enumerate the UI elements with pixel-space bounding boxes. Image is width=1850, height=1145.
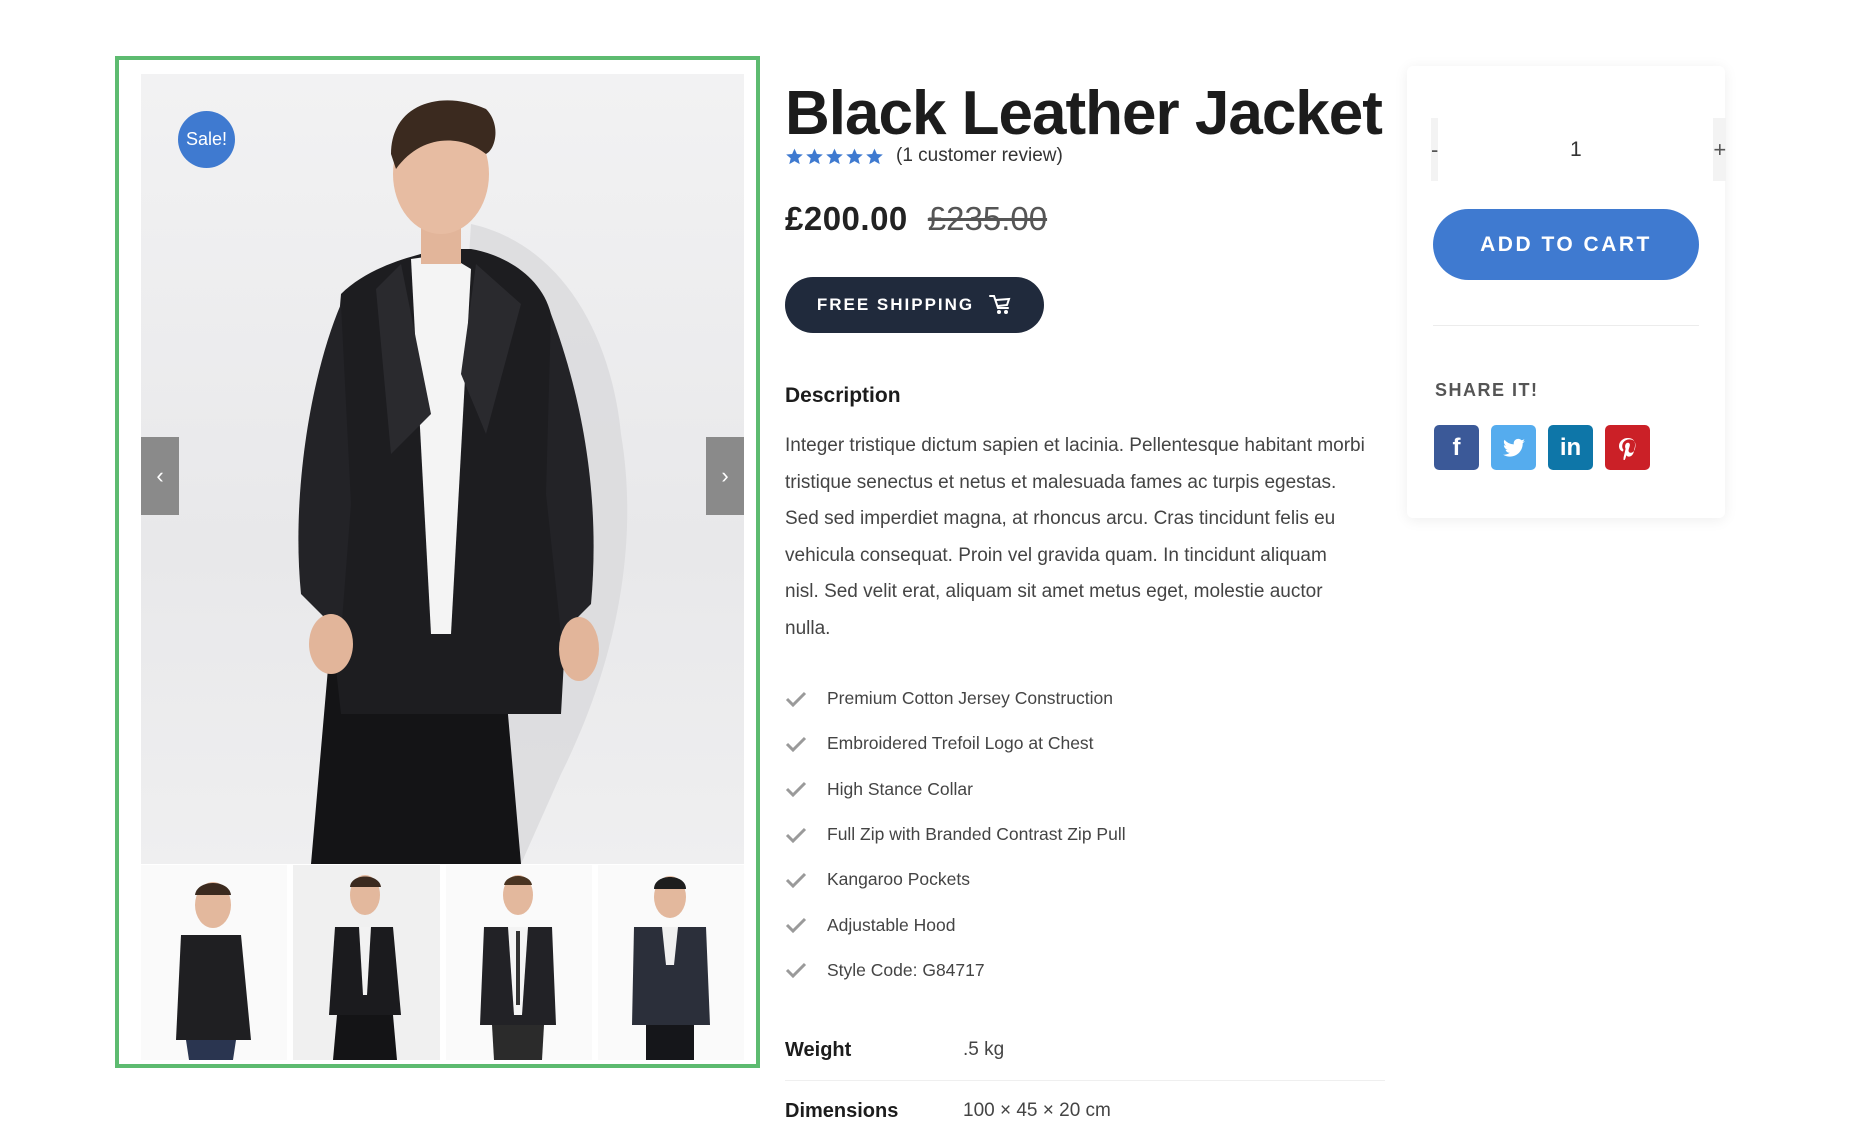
feature-text: High Stance Collar xyxy=(827,778,973,799)
feature-list: Premium Cotton Jersey Construction Embro… xyxy=(785,676,1126,993)
thumbnail-image xyxy=(631,876,710,1060)
quantity-stepper: - + xyxy=(1431,118,1727,181)
feature-text: Premium Cotton Jersey Construction xyxy=(827,688,1113,709)
description-heading: Description xyxy=(785,384,901,407)
sale-badge: Sale! xyxy=(178,111,235,168)
check-icon xyxy=(785,872,807,888)
star-icon xyxy=(866,148,883,164)
add-to-cart-panel: - + ADD TO CART SHARE IT! f in xyxy=(1407,66,1727,518)
quantity-input[interactable] xyxy=(1438,118,1714,181)
thumbnail-image xyxy=(329,875,402,1060)
original-price: £235.00 xyxy=(927,200,1048,237)
quantity-decrease-button[interactable]: - xyxy=(1431,118,1439,181)
customer-review-link[interactable]: (1 customer review) xyxy=(896,145,1063,167)
feature-item: Embroidered Trefoil Logo at Chest xyxy=(785,721,1126,766)
thumbnail-4[interactable] xyxy=(597,865,744,1060)
attribute-row-weight: Weight .5 kg xyxy=(785,1020,1385,1081)
price-block: £200.00 £235.00 xyxy=(785,200,1047,238)
pinterest-icon xyxy=(1618,437,1635,460)
feature-item: Kangaroo Pockets xyxy=(785,857,1126,902)
current-price: £200.00 xyxy=(785,200,908,237)
thumbnail-image xyxy=(479,875,556,1060)
feature-item: Adjustable Hood xyxy=(785,902,1126,947)
thumbnail-1[interactable] xyxy=(141,865,288,1060)
linkedin-share-button[interactable]: in xyxy=(1548,425,1593,470)
pinterest-share-button[interactable] xyxy=(1605,425,1650,470)
feature-item: High Stance Collar xyxy=(785,767,1126,812)
free-shipping-label: FREE SHIPPING xyxy=(816,295,975,314)
model-in-jacket-image xyxy=(298,100,628,864)
check-icon xyxy=(785,691,807,707)
check-icon xyxy=(785,963,807,979)
attribute-label: Dimensions xyxy=(785,1099,899,1122)
main-product-photo[interactable]: Sale! ‹ › xyxy=(141,74,744,864)
quantity-increase-button[interactable]: + xyxy=(1713,118,1727,181)
social-share-buttons: f in xyxy=(1434,425,1650,470)
check-icon xyxy=(785,918,807,934)
feature-text: Kangaroo Pockets xyxy=(827,869,971,890)
divider xyxy=(1433,325,1699,326)
feature-item: Premium Cotton Jersey Construction xyxy=(785,676,1126,721)
feature-item: Style Code: G84717 xyxy=(785,948,1126,993)
product-title: Black Leather Jacket xyxy=(785,79,1383,148)
attribute-row-dimensions: Dimensions 100 × 45 × 20 cm xyxy=(785,1081,1385,1141)
product-gallery: Sale! ‹ › xyxy=(115,56,760,1068)
thumbnail-3[interactable] xyxy=(445,865,592,1060)
product-attributes-table: Weight .5 kg Dimensions 100 × 45 × 20 cm xyxy=(785,1020,1385,1141)
thumbnail-image xyxy=(176,882,251,1060)
attribute-value: .5 kg xyxy=(963,1039,1005,1060)
feature-text: Style Code: G84717 xyxy=(827,959,985,980)
star-icon xyxy=(806,148,823,164)
thumbnail-strip xyxy=(141,865,744,1060)
share-heading: SHARE IT! xyxy=(1435,380,1539,400)
star-icon xyxy=(846,148,863,164)
star-icon xyxy=(826,148,843,164)
shipping-cart-icon xyxy=(989,295,1011,314)
star-rating xyxy=(785,147,884,166)
check-icon xyxy=(785,827,807,843)
product-rating: (1 customer review) xyxy=(785,145,1063,167)
feature-text: Adjustable Hood xyxy=(827,914,956,935)
free-shipping-button[interactable]: FREE SHIPPING xyxy=(785,277,1044,333)
feature-item: Full Zip with Branded Contrast Zip Pull xyxy=(785,812,1126,857)
feature-text: Full Zip with Branded Contrast Zip Pull xyxy=(827,824,1126,845)
twitter-share-button[interactable] xyxy=(1491,425,1536,470)
add-to-cart-button[interactable]: ADD TO CART xyxy=(1433,209,1699,280)
attribute-value: 100 × 45 × 20 cm xyxy=(963,1100,1111,1121)
star-icon xyxy=(786,148,803,164)
gallery-next-button[interactable]: › xyxy=(706,437,744,515)
feature-text: Embroidered Trefoil Logo at Chest xyxy=(827,733,1094,754)
facebook-share-button[interactable]: f xyxy=(1434,425,1479,470)
facebook-icon: f xyxy=(1452,433,1461,461)
twitter-icon xyxy=(1502,438,1525,457)
attribute-label: Weight xyxy=(785,1038,852,1061)
description-text: Integer tristique dictum sapien et lacin… xyxy=(785,435,1365,639)
check-icon xyxy=(785,736,807,753)
check-icon xyxy=(785,782,807,798)
gallery-prev-button[interactable]: ‹ xyxy=(141,437,179,515)
thumbnail-2[interactable] xyxy=(293,865,440,1060)
linkedin-icon: in xyxy=(1559,433,1582,461)
